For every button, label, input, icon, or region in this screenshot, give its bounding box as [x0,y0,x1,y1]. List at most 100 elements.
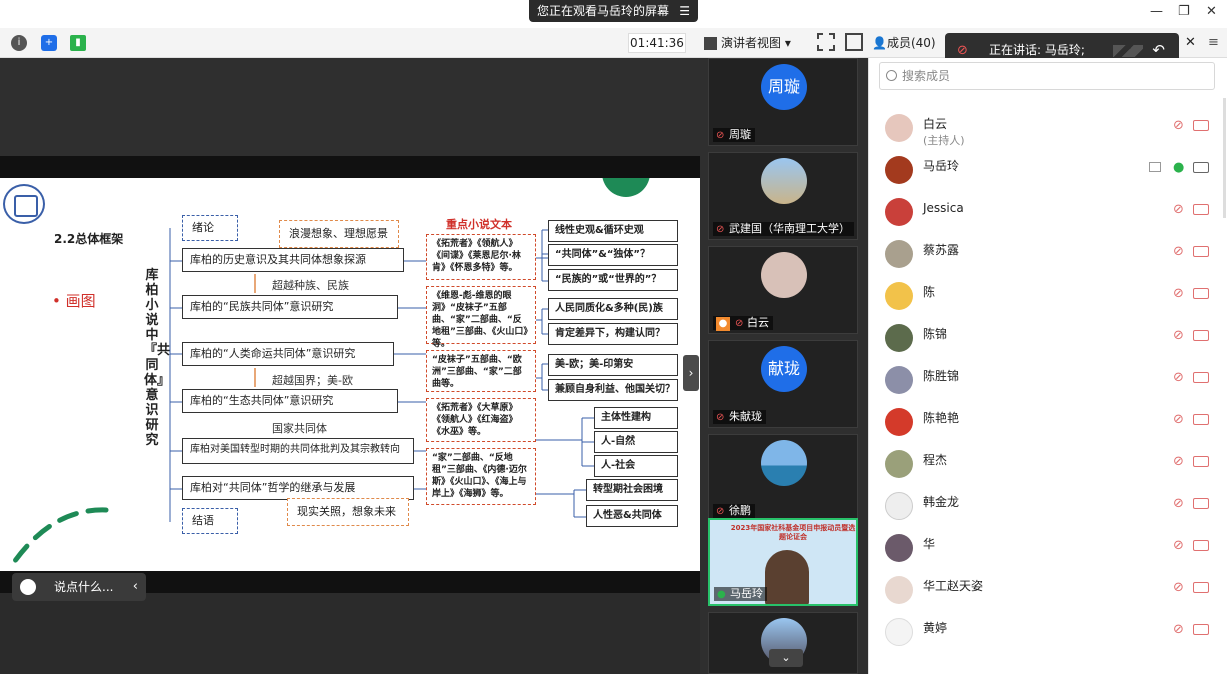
member-row[interactable]: 韩金龙 ⊘ [885,488,1215,528]
mic-muted-icon: ⊘ [716,130,725,141]
camera-off-icon[interactable] [1193,414,1209,425]
presenter-view-dropdown[interactable]: 演讲者视图 ▾ [704,33,791,53]
chat-placeholder: 说点什么... [54,580,114,594]
member-name: 马岳玲 [923,159,960,173]
books-group-2: 《维恩-彪-维恩的眼洞》“皮袜子”五部曲、“家”二部曲、“反地租”三部曲、《火山… [426,286,536,349]
camera-off-icon[interactable] [1193,204,1209,215]
speaking-text: 正在讲话: 马岳玲; [989,43,1085,57]
camera-off-icon[interactable] [1193,330,1209,341]
member-row[interactable]: 蔡苏露 ⊘ [885,236,1215,276]
reality-vision-box: 现实关照，想象未来 [287,498,409,526]
video-tile-active-speaker[interactable]: 2023年国家社科基金项目申报动员暨选题论证会 ● 马岳玲 [708,518,858,606]
member-search-input[interactable]: 搜索成员 [879,62,1215,90]
members-scrollbar[interactable] [1223,98,1226,218]
members-more-icon[interactable]: ≡ [1208,33,1219,53]
mic-muted-icon[interactable]: ⊘ [1173,538,1187,554]
shield-icon[interactable]: + [41,35,57,51]
member-row[interactable]: 陈艳艳 ⊘ [885,404,1215,444]
members-tab[interactable]: 👤成员(40) [872,33,936,53]
conclusion-box: 结语 [182,508,238,534]
share-notice[interactable]: 您正在观看马岳玲的屏幕 ☰ [529,0,698,22]
camera-off-icon[interactable] [1193,498,1209,509]
video-tile[interactable]: ⌄ [708,612,858,674]
framework-row-4: 库柏的“生态共同体”意识研究 [182,389,398,413]
member-row[interactable]: 陈锦 ⊘ [885,320,1215,360]
chat-input[interactable]: 说点什么... ‹ [12,573,146,601]
mic-muted-icon[interactable]: ⊘ [1173,328,1187,344]
member-row[interactable]: Jessica ⊘ [885,194,1215,234]
camera-off-icon[interactable] [1193,372,1209,383]
video-tile[interactable]: 献珑 ⊘ 朱献珑 [708,340,858,428]
close-icon[interactable]: ✕ [1206,4,1217,19]
mic-on-icon[interactable]: ● [1173,160,1187,176]
video-tile-name: ⊘ 徐鹏 [713,504,755,518]
mic-muted-icon: ⊘ [735,318,744,329]
romantic-vision-box: 浪漫想象、理想愿景 [279,220,399,248]
layout-icon[interactable] [845,33,863,51]
video-tile[interactable]: ⊘ 武建国（华南理工大学） [708,152,858,240]
video-tile[interactable]: 周璇 ⊘ 周璇 [708,58,858,146]
member-row[interactable]: 黄婷 ⊘ [885,614,1215,654]
tile-name-text: 徐鹏 [729,504,751,517]
avatar: 献珑 [761,346,807,392]
member-row[interactable]: 马岳玲 ● [885,152,1215,192]
emoji-icon[interactable] [20,579,36,595]
books-group-4: 《拓荒者》《大草原》《领航人》《红海盗》《水巫》等。 [426,398,536,442]
mic-muted-icon: ⊘ [716,412,725,423]
camera-off-icon[interactable] [1193,624,1209,635]
video-tile[interactable]: ⊘ 徐鹏 [708,434,858,522]
framework-row-5: 库柏对美国转型时期的共同体批判及其宗教转向 [182,438,414,464]
avatar [885,576,913,604]
speaker-video [765,550,809,604]
camera-off-icon[interactable] [1193,456,1209,467]
collapse-panel-button[interactable]: › [683,355,699,391]
info-icon[interactable]: i [11,35,27,51]
mic-muted-icon[interactable]: ⊘ [1173,118,1187,134]
member-row[interactable]: 白云 (主持人) ⊘ [885,110,1215,150]
members-close-icon[interactable]: ✕ [1185,33,1196,53]
camera-on-icon[interactable] [1193,162,1209,173]
mic-muted-icon[interactable]: ⊘ [1173,286,1187,302]
fullscreen-icon[interactable] [817,33,835,51]
camera-off-icon[interactable] [1193,288,1209,299]
between-label-2: 超越国界；美-欧 [272,374,353,387]
chevron-left-icon[interactable]: ‹ [133,573,138,601]
mic-on-icon: ● [717,589,726,600]
mic-muted-icon[interactable]: ⊘ [1173,412,1187,428]
mic-muted-icon[interactable]: ⊘ [1173,202,1187,218]
mic-muted-icon[interactable]: ⊘ [1173,580,1187,596]
camera-off-icon[interactable] [1193,582,1209,593]
members-tab-label: 成员(40) [886,36,936,50]
member-name: 韩金龙 [923,495,960,509]
member-row[interactable]: 陈胜锦 ⊘ [885,362,1215,402]
reaction-icon[interactable] [1113,45,1143,57]
camera-off-icon[interactable] [1193,540,1209,551]
camera-off-icon[interactable] [1193,120,1209,131]
member-row[interactable]: 陈 ⊘ [885,278,1215,318]
meeting-banner: 2023年国家社科基金项目申报动员暨选题论证会 [730,524,856,541]
camera-off-icon[interactable] [1193,246,1209,257]
share-notice-text: 您正在观看马岳玲的屏幕 [537,4,670,18]
screen-share-icon [1149,162,1161,172]
mic-muted-icon[interactable]: ⊘ [1173,622,1187,638]
theme-box-11: 转型期社会困境 [586,479,678,501]
member-row[interactable]: 程杰 ⊘ [885,446,1215,486]
maximize-icon[interactable]: ❐ [1178,4,1190,19]
scroll-down-icon[interactable]: ⌄ [769,649,803,667]
minimize-icon[interactable]: — [1150,4,1163,19]
video-tile-name: ⊘ 武建国（华南理工大学） [713,222,854,236]
slide-top-area [0,58,700,156]
mic-muted-icon[interactable]: ⊘ [1173,496,1187,512]
member-name: 华工赵天姿 [923,579,984,593]
member-row[interactable]: 华 ⊘ [885,530,1215,570]
mic-muted-icon[interactable]: ⊘ [1173,244,1187,260]
mic-muted-icon[interactable]: ⊘ [1173,370,1187,386]
member-row[interactable]: 华工赵天姿 ⊘ [885,572,1215,612]
video-tile[interactable]: ● ⊘ 白云 [708,246,858,334]
theme-box-4: 人民同质化&多种(民)族 [548,298,678,320]
mic-muted-icon[interactable]: ⊘ [1173,454,1187,470]
signal-icon[interactable]: ▮ [70,35,86,51]
member-name: 华 [923,537,936,551]
menu-icon[interactable]: ☰ [679,0,690,22]
member-name: 陈 [923,285,936,299]
